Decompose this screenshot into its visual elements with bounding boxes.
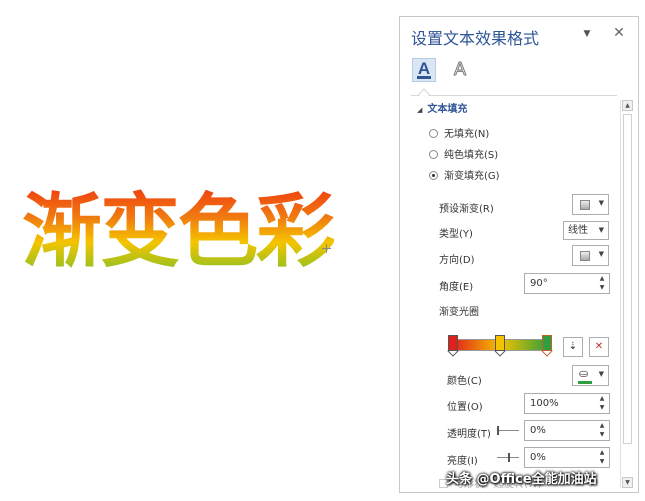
brightness-label: 亮度(I) <box>447 456 478 467</box>
transparency-slider[interactable] <box>497 430 519 431</box>
stop-color-button[interactable]: ⛀ ▼ <box>572 365 609 386</box>
spin-down-icon[interactable]: ▼ <box>598 431 606 439</box>
transparency-value: 0% <box>530 425 546 436</box>
radio-solid-fill[interactable]: 纯色填充(S) <box>429 146 498 161</box>
radio-dot <box>429 150 438 159</box>
spin-down-icon[interactable]: ▼ <box>598 404 606 412</box>
spin-up-icon[interactable]: ▲ <box>598 395 606 403</box>
radio-label: 无填充(N) <box>444 129 490 140</box>
scroll-up-icon[interactable]: ▲ <box>622 100 633 111</box>
position-input[interactable]: 100% ▲ ▼ <box>524 393 610 414</box>
preset-gradient-button[interactable]: ▼ <box>572 194 609 215</box>
crosshair-cursor-icon <box>322 244 331 253</box>
tab-divider <box>411 95 617 96</box>
radio-dot <box>429 129 438 138</box>
radio-label: 纯色填充(S) <box>444 150 499 161</box>
chevron-down-icon: ▼ <box>598 370 604 378</box>
section-title: 文本填充 <box>427 104 468 115</box>
radio-dot-selected <box>429 171 438 180</box>
direction-button[interactable]: ▼ <box>572 245 609 266</box>
pane-close-icon[interactable]: ✕ <box>611 25 627 41</box>
brightness-input[interactable]: 0% ▲ ▼ <box>524 447 610 468</box>
preset-gradient-label: 预设渐变(R) <box>439 204 494 215</box>
chevron-down-icon: ▼ <box>598 199 604 207</box>
remove-gradient-stop-button[interactable]: ✕ <box>589 337 609 357</box>
position-value: 100% <box>530 398 559 409</box>
type-label: 类型(Y) <box>439 229 473 240</box>
pane-options-chevron-down-icon[interactable]: ▼ <box>580 27 594 41</box>
transparency-slider-thumb[interactable] <box>497 426 499 435</box>
transparency-label: 透明度(T) <box>447 429 491 440</box>
document-canvas: 渐变色彩 <box>0 0 400 501</box>
spin-up-icon[interactable]: ▲ <box>598 275 606 283</box>
gradient-sample-text[interactable]: 渐变色彩 <box>22 185 336 277</box>
angle-label: 角度(E) <box>439 282 474 293</box>
gradient-stop-3-selected[interactable] <box>541 335 553 357</box>
text-effects-a-icon: A <box>453 59 466 80</box>
add-stop-icon: ⇣ <box>568 341 578 352</box>
type-select[interactable]: 线性 ▼ <box>563 221 609 240</box>
scroll-thumb[interactable] <box>623 114 632 444</box>
spin-down-icon[interactable]: ▼ <box>598 458 606 466</box>
color-label: 颜色(C) <box>447 376 482 387</box>
format-text-effects-pane: 设置文本效果格式 ▼ ✕ A A ◢ 文本填充 无填充(N) 纯色填充(S) 渐变… <box>399 16 639 493</box>
angle-input[interactable]: 90° ▲ ▼ <box>524 273 610 294</box>
section-text-fill-header[interactable]: ◢ 文本填充 <box>417 100 467 115</box>
pane-scrollbar[interactable]: ▲ ▼ <box>620 100 633 488</box>
brightness-slider-thumb[interactable] <box>508 453 510 462</box>
chevron-down-icon: ▼ <box>598 226 604 234</box>
pane-scroll-content: ◢ 文本填充 无填充(N) 纯色填充(S) 渐变填充(G) 预设渐变(R) ▼ 类… <box>400 97 638 492</box>
direction-swatch-icon <box>580 251 590 261</box>
type-select-value: 线性 <box>568 225 588 236</box>
spin-up-icon[interactable]: ▲ <box>598 422 606 430</box>
color-bar-green <box>578 381 592 384</box>
position-label: 位置(O) <box>447 402 483 413</box>
gradient-swatch-icon <box>580 200 590 210</box>
tab-text-effects[interactable]: A <box>448 58 472 82</box>
radio-label: 渐变填充(G) <box>444 171 500 182</box>
angle-value: 90° <box>530 278 548 289</box>
watermark-text: 头条 @Office全能加油站 <box>446 472 597 487</box>
scroll-down-icon[interactable]: ▼ <box>622 477 633 488</box>
pane-title: 设置文本效果格式 <box>411 29 540 48</box>
spin-down-icon[interactable]: ▼ <box>598 284 606 292</box>
text-fill-underline-icon <box>417 76 431 79</box>
paint-bucket-icon: ⛀ <box>579 367 589 380</box>
transparency-input[interactable]: 0% ▲ ▼ <box>524 420 610 441</box>
chevron-down-icon: ▼ <box>598 250 604 258</box>
gradient-stop-2[interactable] <box>494 335 506 357</box>
radio-gradient-fill[interactable]: 渐变填充(G) <box>429 167 500 182</box>
brightness-value: 0% <box>530 452 546 463</box>
spin-up-icon[interactable]: ▲ <box>598 449 606 457</box>
gradient-stop-1[interactable] <box>447 335 459 357</box>
tab-text-fill-outline[interactable]: A <box>412 58 436 82</box>
gradient-stops-label: 渐变光圈 <box>439 307 479 318</box>
radio-no-fill[interactable]: 无填充(N) <box>429 125 489 140</box>
remove-stop-icon: ✕ <box>594 341 604 352</box>
add-gradient-stop-button[interactable]: ⇣ <box>563 337 583 357</box>
direction-label: 方向(D) <box>439 255 475 266</box>
collapse-triangle-icon: ◢ <box>417 106 423 114</box>
